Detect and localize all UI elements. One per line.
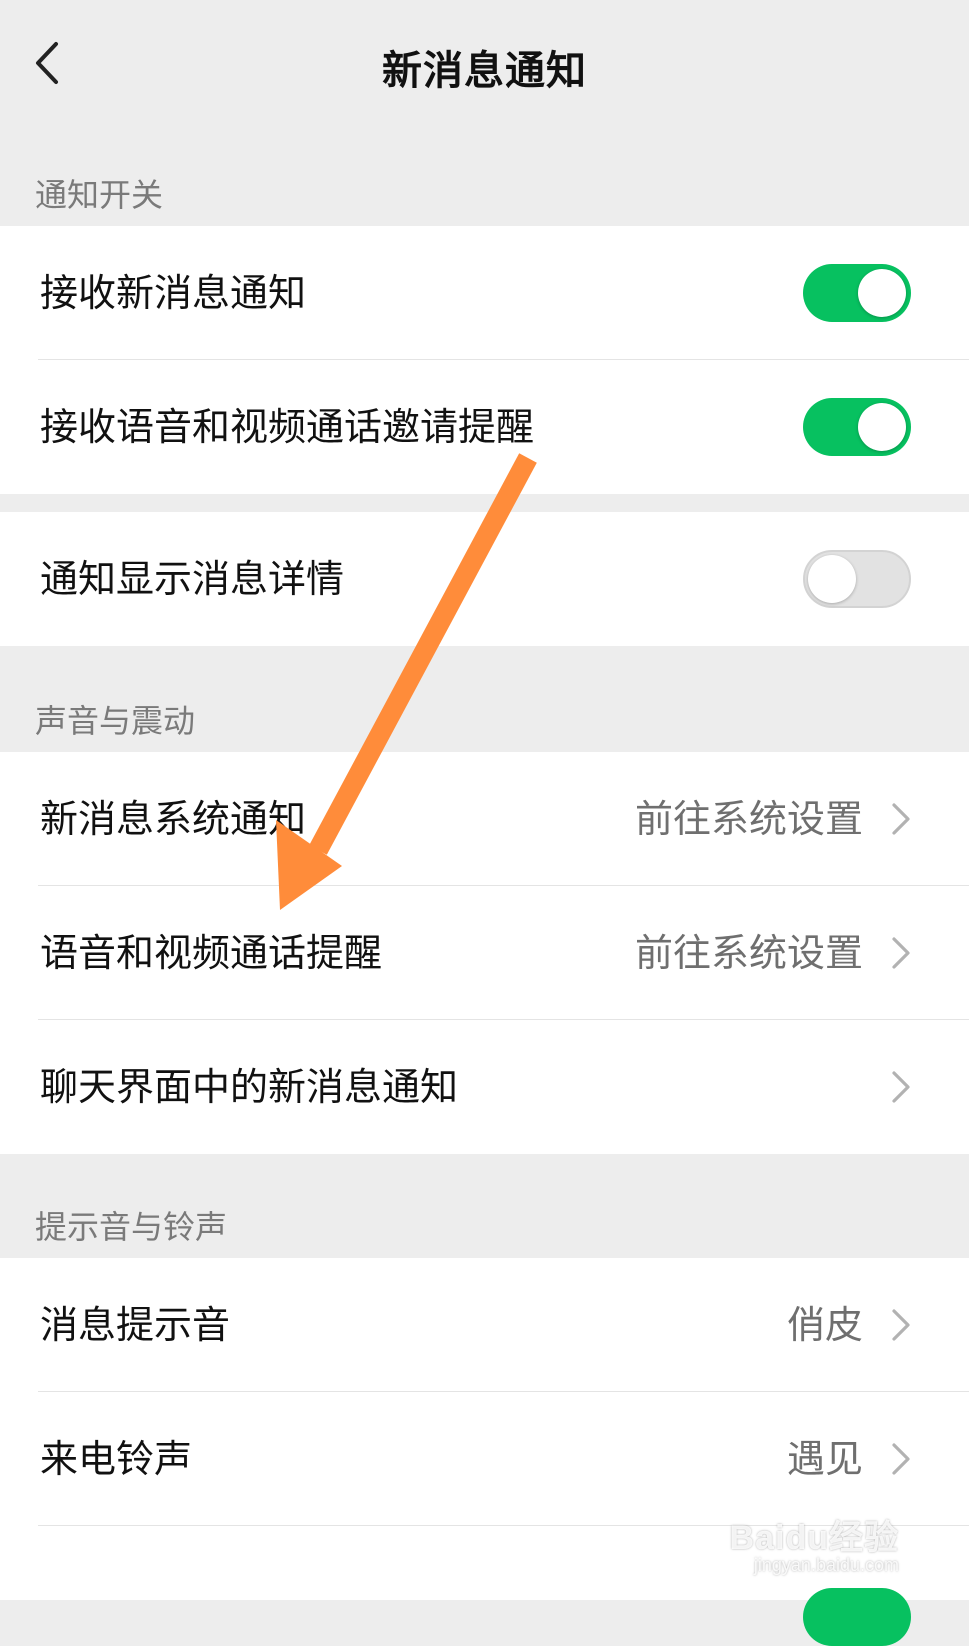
navigation-bar: 新消息通知 — [0, 0, 969, 130]
section-header-sound-vibration: 声音与震动 — [35, 702, 196, 740]
setting-row-message-tone[interactable]: 消息提示音 俏皮 — [0, 1258, 969, 1392]
setting-label: 通知显示消息详情 — [40, 557, 345, 601]
notify-detail-group: 通知显示消息详情 — [0, 512, 969, 646]
setting-value: 遇见 — [786, 1437, 863, 1481]
setting-label: 新消息系统通知 — [40, 797, 307, 841]
setting-value: 前往系统设置 — [634, 797, 863, 841]
notify-switch-group: 接收新消息通知 接收语音和视频通话邀请提醒 — [0, 226, 969, 494]
sound-vibration-group: 新消息系统通知 前往系统设置 语音和视频通话提醒 前往系统设置 聊天界面中的新消… — [0, 752, 969, 1154]
setting-row-chat-notifications[interactable]: 聊天界面中的新消息通知 — [0, 1020, 969, 1154]
chevron-right-icon — [892, 1071, 910, 1103]
page-title: 新消息通知 — [382, 48, 587, 94]
partially-visible-toggle[interactable] — [803, 1588, 911, 1646]
setting-row-receive-new-messages: 接收新消息通知 — [0, 226, 969, 360]
show-details-toggle[interactable] — [803, 550, 911, 608]
setting-label: 语音和视频通话提醒 — [40, 931, 383, 975]
call-invite-toggle[interactable] — [803, 398, 911, 456]
chevron-right-icon — [892, 1309, 910, 1341]
setting-label: 接收语音和视频通话邀请提醒 — [40, 405, 535, 449]
setting-row-call-reminder[interactable]: 语音和视频通话提醒 前往系统设置 — [0, 886, 969, 1020]
watermark-main: Baidu经验 — [729, 1519, 899, 1557]
setting-label: 聊天界面中的新消息通知 — [40, 1065, 459, 1109]
setting-label: 接收新消息通知 — [40, 271, 307, 315]
chevron-right-icon — [892, 937, 910, 969]
chevron-right-icon — [892, 1443, 910, 1475]
toggle-knob — [808, 555, 856, 603]
setting-label: 消息提示音 — [40, 1303, 231, 1347]
toggle-knob — [858, 269, 906, 317]
chevron-right-icon — [892, 803, 910, 835]
toggle-knob — [858, 403, 906, 451]
receive-messages-toggle[interactable] — [803, 264, 911, 322]
watermark: Baidu经验 jingyan.baidu.com — [730, 1510, 899, 1576]
setting-value: 前往系统设置 — [634, 931, 863, 975]
setting-row-show-message-details: 通知显示消息详情 — [0, 512, 969, 646]
watermark-sub: jingyan.baidu.com — [753, 1555, 899, 1575]
setting-value: 俏皮 — [786, 1303, 863, 1347]
setting-row-call-invite-reminder: 接收语音和视频通话邀请提醒 — [0, 360, 969, 494]
setting-row-ringtone[interactable]: 来电铃声 遇见 — [0, 1392, 969, 1526]
section-header-notify-switch: 通知开关 — [35, 176, 164, 214]
setting-row-system-notification[interactable]: 新消息系统通知 前往系统设置 — [0, 752, 969, 886]
setting-label: 来电铃声 — [40, 1437, 193, 1481]
section-header-tones: 提示音与铃声 — [35, 1208, 228, 1246]
